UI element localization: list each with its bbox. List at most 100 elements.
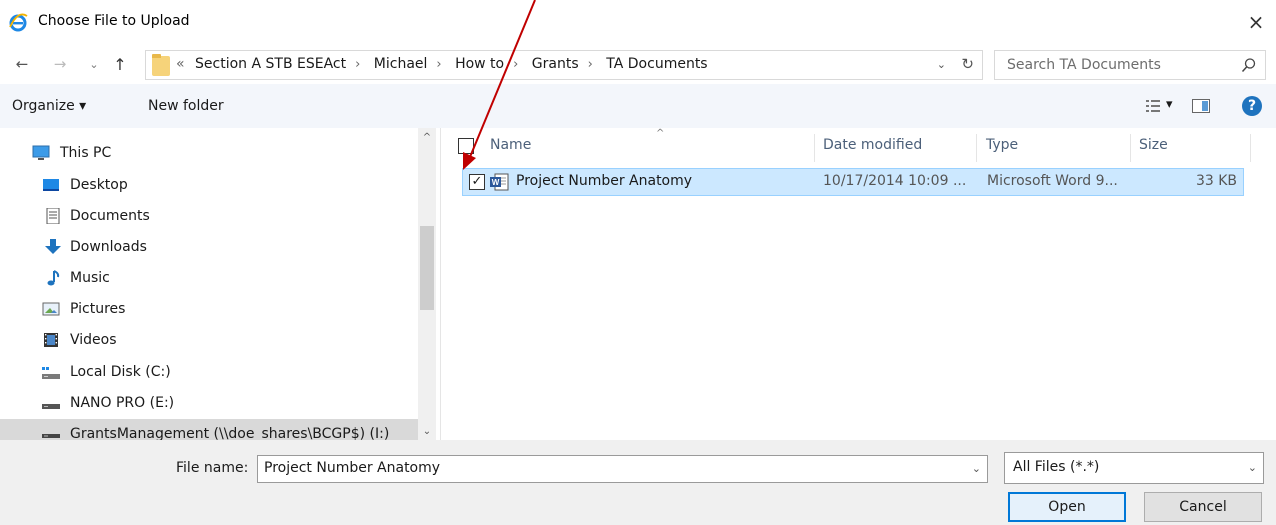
open-button[interactable]: Open: [1008, 492, 1126, 522]
breadcrumb-overflow[interactable]: «: [176, 56, 185, 72]
preview-pane-icon[interactable]: [1192, 99, 1210, 113]
breadcrumb-separator[interactable]: ›: [436, 57, 441, 72]
refresh-icon[interactable]: ↻: [961, 55, 974, 73]
sidebar-item-label: Desktop: [70, 177, 128, 193]
sidebar-item-label: Pictures: [70, 301, 126, 317]
svg-text:W: W: [492, 178, 500, 187]
close-button[interactable]: ×: [1240, 6, 1272, 38]
breadcrumb-separator[interactable]: ›: [355, 57, 360, 72]
sidebar-item-label: Downloads: [70, 239, 147, 255]
breadcrumb-separator[interactable]: ›: [588, 57, 593, 72]
local-disk-icon: [42, 367, 60, 379]
documents-icon: [46, 208, 60, 224]
window-title: Choose File to Upload: [38, 13, 190, 29]
scroll-up-arrow-icon[interactable]: ^: [418, 128, 436, 146]
select-all-checkbox[interactable]: [458, 138, 474, 154]
details-view-icon: [1146, 100, 1160, 112]
breadcrumb-ta-documents[interactable]: TA Documents: [606, 56, 707, 72]
column-divider[interactable]: [976, 134, 977, 162]
address-dropdown-icon[interactable]: ⌄: [937, 58, 946, 71]
filter-dropdown-icon[interactable]: ⌄: [1248, 461, 1257, 474]
file-size: 33 KB: [1195, 173, 1237, 189]
pictures-icon: [42, 302, 60, 316]
up-button[interactable]: ↑: [108, 52, 132, 76]
column-date-modified[interactable]: Date modified: [823, 137, 922, 153]
column-type[interactable]: Type: [986, 137, 1018, 153]
music-icon: [47, 270, 60, 286]
column-divider[interactable]: [1250, 134, 1251, 162]
title-bar: Choose File to Upload ×: [0, 0, 1276, 44]
column-name[interactable]: Name: [490, 137, 531, 153]
column-divider[interactable]: [814, 134, 815, 162]
word-document-icon: W: [490, 173, 509, 191]
file-row[interactable]: ✓ W Project Number Anatomy 10/17/2014 10…: [462, 168, 1244, 196]
view-dropdown-icon: ▾: [1166, 97, 1173, 112]
breadcrumb-grants[interactable]: Grants: [532, 56, 579, 72]
forward-button[interactable]: →: [48, 52, 72, 76]
organize-button[interactable]: Organize ▾: [12, 98, 86, 114]
scrollbar-thumb[interactable]: [420, 226, 434, 310]
column-divider[interactable]: [1130, 134, 1131, 162]
sort-ascending-icon: ^: [656, 128, 665, 139]
sidebar-item-label: Documents: [70, 208, 150, 224]
back-button[interactable]: ←: [10, 52, 34, 76]
sidebar-item-documents[interactable]: Documents: [0, 201, 418, 231]
file-name: Project Number Anatomy: [516, 173, 693, 189]
breadcrumb-michael[interactable]: Michael: [374, 56, 428, 72]
file-type: Microsoft Word 9...: [987, 173, 1118, 189]
file-type-filter-value: All Files (*.*): [1013, 459, 1100, 475]
recent-locations-button[interactable]: ⌄: [82, 52, 106, 76]
sidebar-item-label: Music: [70, 270, 110, 286]
navigation-pane: This PC Desktop Documents Downloads Musi…: [0, 128, 441, 440]
sidebar-item-label: Videos: [70, 332, 117, 348]
search-input[interactable]: Search TA Documents: [1007, 57, 1161, 73]
file-type-filter[interactable]: All Files (*.*) ⌄: [1004, 452, 1264, 484]
navigation-scrollbar[interactable]: ^ ⌄: [418, 128, 436, 440]
help-icon[interactable]: ?: [1242, 96, 1262, 116]
breadcrumb: « Section A STB ESEAct › Michael › How to ›…: [176, 56, 708, 72]
change-view-button[interactable]: ▾: [1146, 97, 1178, 116]
file-name-value: Project Number Anatomy: [264, 460, 441, 476]
sidebar-item-label: NANO PRO (E:): [70, 395, 175, 411]
file-name-input[interactable]: Project Number Anatomy ⌄: [257, 455, 988, 483]
sidebar-item-local-disk[interactable]: Local Disk (C:): [0, 357, 418, 387]
command-toolbar: Organize ▾ New folder ▾ ?: [0, 84, 1276, 128]
column-header: ^ Name Date modified Type Size: [442, 128, 1276, 166]
folder-icon: [152, 54, 170, 76]
computer-icon: [32, 145, 50, 160]
drive-icon: [42, 404, 60, 409]
new-folder-button[interactable]: New folder: [148, 98, 224, 114]
videos-icon: [44, 333, 58, 347]
dialog-footer: File name: Project Number Anatomy ⌄ All …: [0, 440, 1276, 525]
breadcrumb-how-to[interactable]: How to: [455, 56, 504, 72]
scroll-down-arrow-icon[interactable]: ⌄: [418, 422, 436, 440]
sidebar-item-label: This PC: [60, 145, 112, 161]
file-name-label: File name:: [176, 460, 249, 476]
sidebar-item-label: Local Disk (C:): [70, 364, 171, 380]
search-box[interactable]: Search TA Documents: [994, 50, 1266, 80]
breadcrumb-section-a[interactable]: Section A STB ESEAct: [195, 56, 346, 72]
breadcrumb-separator[interactable]: ›: [513, 57, 518, 72]
file-name-dropdown-icon[interactable]: ⌄: [972, 462, 981, 475]
downloads-icon: [45, 239, 61, 254]
file-date-modified: 10/17/2014 10:09 ...: [823, 173, 967, 189]
navigation-bar: ← → ⌄ ↑ « Section A STB ESEAct › Michael ›…: [0, 44, 1276, 84]
sidebar-item-desktop[interactable]: Desktop: [0, 170, 418, 200]
sidebar-item-pictures[interactable]: Pictures: [0, 294, 418, 324]
sidebar-item-grants-management[interactable]: GrantsManagement (\\doe_shares\BCGP$) (I…: [0, 419, 418, 440]
sidebar-item-nano-pro[interactable]: NANO PRO (E:): [0, 388, 418, 418]
sidebar-item-label: GrantsManagement (\\doe_shares\BCGP$) (I…: [70, 426, 390, 440]
sidebar-item-music[interactable]: Music: [0, 263, 418, 293]
desktop-icon: [43, 179, 59, 191]
file-list: ^ Name Date modified Type Size ✓ W Proje…: [442, 128, 1276, 440]
search-icon[interactable]: [1241, 57, 1257, 73]
sidebar-item-this-pc[interactable]: This PC: [0, 138, 418, 168]
sidebar-item-videos[interactable]: Videos: [0, 325, 418, 355]
internet-explorer-icon: [9, 13, 28, 32]
column-size[interactable]: Size: [1139, 137, 1168, 153]
sidebar-item-downloads[interactable]: Downloads: [0, 232, 418, 262]
network-drive-icon: [42, 434, 60, 438]
cancel-button[interactable]: Cancel: [1144, 492, 1262, 522]
row-checkbox[interactable]: ✓: [469, 174, 485, 190]
address-bar[interactable]: « Section A STB ESEAct › Michael › How to ›…: [145, 50, 983, 80]
